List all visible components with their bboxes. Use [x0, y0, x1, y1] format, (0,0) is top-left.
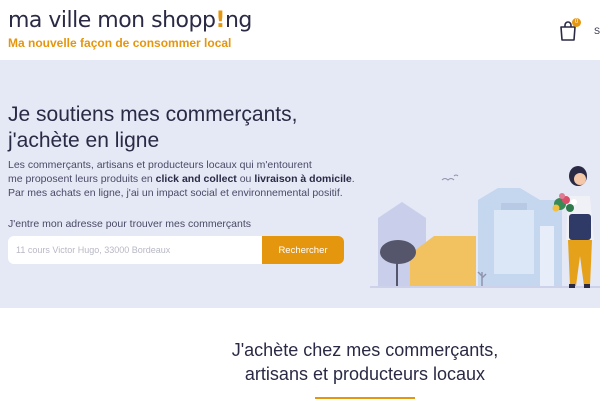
hero-text-part: .	[351, 173, 355, 185]
cart-button[interactable]: 0	[558, 18, 582, 44]
logo-text-end: ng	[224, 8, 252, 33]
address-input[interactable]	[8, 236, 262, 264]
section-heading-line-1: J'achète chez mes commerçants,	[231, 340, 499, 360]
hero-text-line-3: Par mes achats en ligne, j'ai un impact …	[8, 187, 343, 199]
logo-text-start: ma ville mon shopp	[8, 8, 216, 33]
home-delivery-text: livraison à domicile	[254, 173, 352, 185]
site-logo[interactable]: ma ville mon shopp!ng Ma nouvelle façon …	[8, 8, 252, 50]
header-menu-cut[interactable]: S	[594, 26, 600, 36]
hero-title-line-1: Je soutiens mes commerçants,	[8, 103, 298, 126]
logo-tagline: Ma nouvelle façon de consommer local	[8, 36, 232, 50]
search-button[interactable]: Rechercher	[262, 236, 344, 264]
hero-title: Je soutiens mes commerçants, j'achète en…	[8, 102, 368, 154]
hero-title-line-2: j'achète en ligne	[8, 129, 160, 152]
logo-wordmark: ma ville mon shopp!ng	[8, 8, 252, 34]
hero-section: Je soutiens mes commerçants, j'achète en…	[0, 60, 600, 308]
cart-count-badge: 0	[572, 18, 581, 27]
hero-text-part: ou	[236, 173, 255, 185]
hero-description: Les commerçants, artisans et producteurs…	[8, 158, 378, 200]
click-and-collect-text: click and collect	[155, 173, 237, 185]
hero-text-part: me proposent leurs produits en	[8, 173, 156, 185]
section-heading-line-2: artisans et producteurs locaux	[244, 364, 486, 384]
section-heading: J'achète chez mes commerçants, artisans …	[0, 338, 600, 386]
shops-illustration	[370, 166, 600, 288]
logo-text-exclamation: !	[215, 8, 225, 33]
site-header: ma ville mon shopp!ng Ma nouvelle façon …	[0, 0, 600, 60]
section-heading-underline	[315, 397, 415, 399]
hero-text-line-1: Les commerçants, artisans et producteurs…	[8, 159, 312, 171]
address-label: J'entre mon adresse pour trouver mes com…	[8, 218, 252, 230]
hero-text-line-2: me proposent leurs produits en click and…	[8, 172, 378, 186]
